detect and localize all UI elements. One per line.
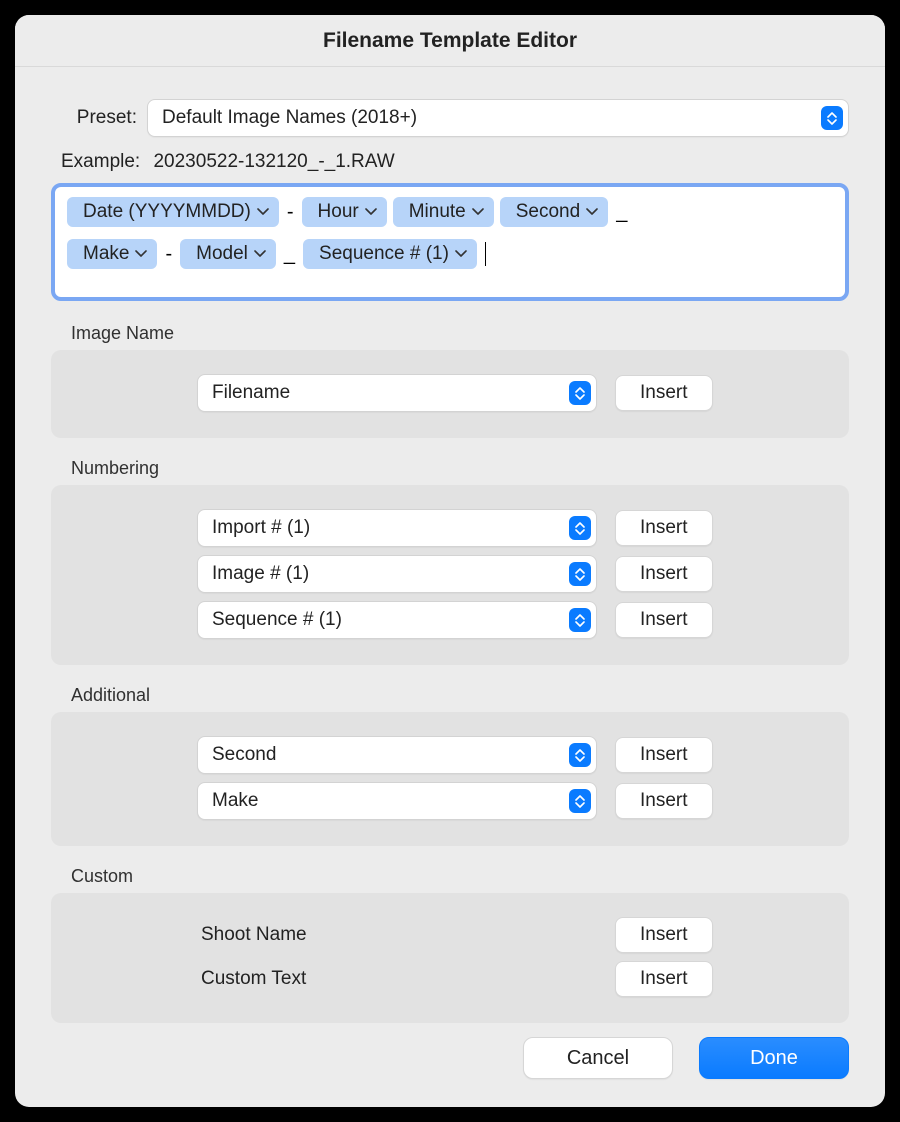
select-value: Image # (1) (212, 563, 309, 585)
dialog-content: Preset: Default Image Names (2018+) Exam… (15, 67, 885, 1033)
token-second[interactable]: Second (500, 197, 608, 227)
dialog-footer: Cancel Done (15, 1033, 885, 1107)
separator-underscore: _ (614, 201, 629, 224)
select-additional-1[interactable]: Second (197, 736, 597, 774)
select-value: Sequence # (1) (212, 609, 342, 631)
chevron-down-icon (254, 250, 266, 258)
token-label: Minute (409, 201, 466, 223)
token-model[interactable]: Model (180, 239, 276, 269)
token-label: Second (516, 201, 580, 223)
token-label: Make (83, 243, 129, 265)
section-panel-image-name: Filename Insert (51, 350, 849, 438)
text-caret (485, 242, 486, 266)
chevron-down-icon (472, 208, 484, 216)
chevron-down-icon (257, 208, 269, 216)
updown-icon (569, 789, 591, 813)
example-label: Example: (61, 151, 140, 172)
chevron-down-icon (586, 208, 598, 216)
token-date[interactable]: Date (YYYYMMDD) (67, 197, 279, 227)
token-minute[interactable]: Minute (393, 197, 494, 227)
dialog-window: Filename Template Editor Preset: Default… (15, 15, 885, 1107)
section-panel-custom: Shoot Name Insert Custom Text Insert (51, 893, 849, 1023)
token-label: Model (196, 243, 248, 265)
panel-row: Second Insert (69, 736, 831, 774)
token-label: Hour (318, 201, 359, 223)
chevron-down-icon (365, 208, 377, 216)
preset-row: Preset: Default Image Names (2018+) (51, 99, 849, 137)
preset-popup[interactable]: Default Image Names (2018+) (147, 99, 849, 137)
updown-icon (569, 562, 591, 586)
separator-underscore: _ (282, 243, 297, 266)
updown-icon (569, 516, 591, 540)
panel-row: Filename Insert (69, 374, 831, 412)
insert-button[interactable]: Insert (615, 556, 713, 592)
section-label-custom: Custom (71, 866, 849, 887)
select-value: Filename (212, 382, 290, 404)
panel-row: Image # (1) Insert (69, 555, 831, 593)
updown-icon (569, 381, 591, 405)
panel-row: Import # (1) Insert (69, 509, 831, 547)
select-sequence-number[interactable]: Sequence # (1) (197, 601, 597, 639)
insert-button[interactable]: Insert (615, 917, 713, 953)
insert-button[interactable]: Insert (615, 737, 713, 773)
updown-icon (569, 743, 591, 767)
select-image-number[interactable]: Image # (1) (197, 555, 597, 593)
token-sequence[interactable]: Sequence # (1) (303, 239, 477, 269)
chevron-down-icon (135, 250, 147, 258)
preset-value: Default Image Names (2018+) (162, 107, 417, 129)
select-value: Second (212, 744, 276, 766)
select-filename[interactable]: Filename (197, 374, 597, 412)
example-row: Example: 20230522-132120_-_1.RAW (61, 151, 849, 173)
cancel-button[interactable]: Cancel (523, 1037, 673, 1079)
panel-row: Sequence # (1) Insert (69, 601, 831, 639)
separator-dash: - (163, 243, 174, 266)
insert-button[interactable]: Insert (615, 783, 713, 819)
custom-text-label: Custom Text (197, 968, 597, 990)
panel-row: Shoot Name Insert (69, 917, 831, 953)
panel-row: Custom Text Insert (69, 961, 831, 997)
example-value: 20230522-132120_-_1.RAW (153, 151, 394, 172)
chevron-down-icon (455, 250, 467, 258)
insert-button[interactable]: Insert (615, 510, 713, 546)
section-panel-numbering: Import # (1) Insert Image # (1) (51, 485, 849, 665)
select-additional-2[interactable]: Make (197, 782, 597, 820)
insert-button[interactable]: Insert (615, 375, 713, 411)
token-make[interactable]: Make (67, 239, 157, 269)
select-value: Make (212, 790, 258, 812)
dialog-title-text: Filename Template Editor (323, 29, 577, 53)
updown-icon (569, 608, 591, 632)
section-label-numbering: Numbering (71, 458, 849, 479)
template-field[interactable]: Date (YYYYMMDD) - Hour Minute Second _ M… (51, 183, 849, 301)
token-label: Date (YYYYMMDD) (83, 201, 251, 223)
separator-dash: - (285, 201, 296, 224)
updown-icon (821, 106, 843, 130)
preset-label: Preset: (51, 107, 147, 129)
done-button[interactable]: Done (699, 1037, 849, 1079)
insert-button[interactable]: Insert (615, 602, 713, 638)
section-label-additional: Additional (71, 685, 849, 706)
select-value: Import # (1) (212, 517, 310, 539)
custom-shoot-name-label: Shoot Name (197, 924, 597, 946)
insert-button[interactable]: Insert (615, 961, 713, 997)
token-label: Sequence # (1) (319, 243, 449, 265)
panel-row: Make Insert (69, 782, 831, 820)
section-panel-additional: Second Insert Make Insert (51, 712, 849, 846)
token-hour[interactable]: Hour (302, 197, 387, 227)
select-import-number[interactable]: Import # (1) (197, 509, 597, 547)
dialog-title: Filename Template Editor (15, 15, 885, 67)
section-label-image-name: Image Name (71, 323, 849, 344)
